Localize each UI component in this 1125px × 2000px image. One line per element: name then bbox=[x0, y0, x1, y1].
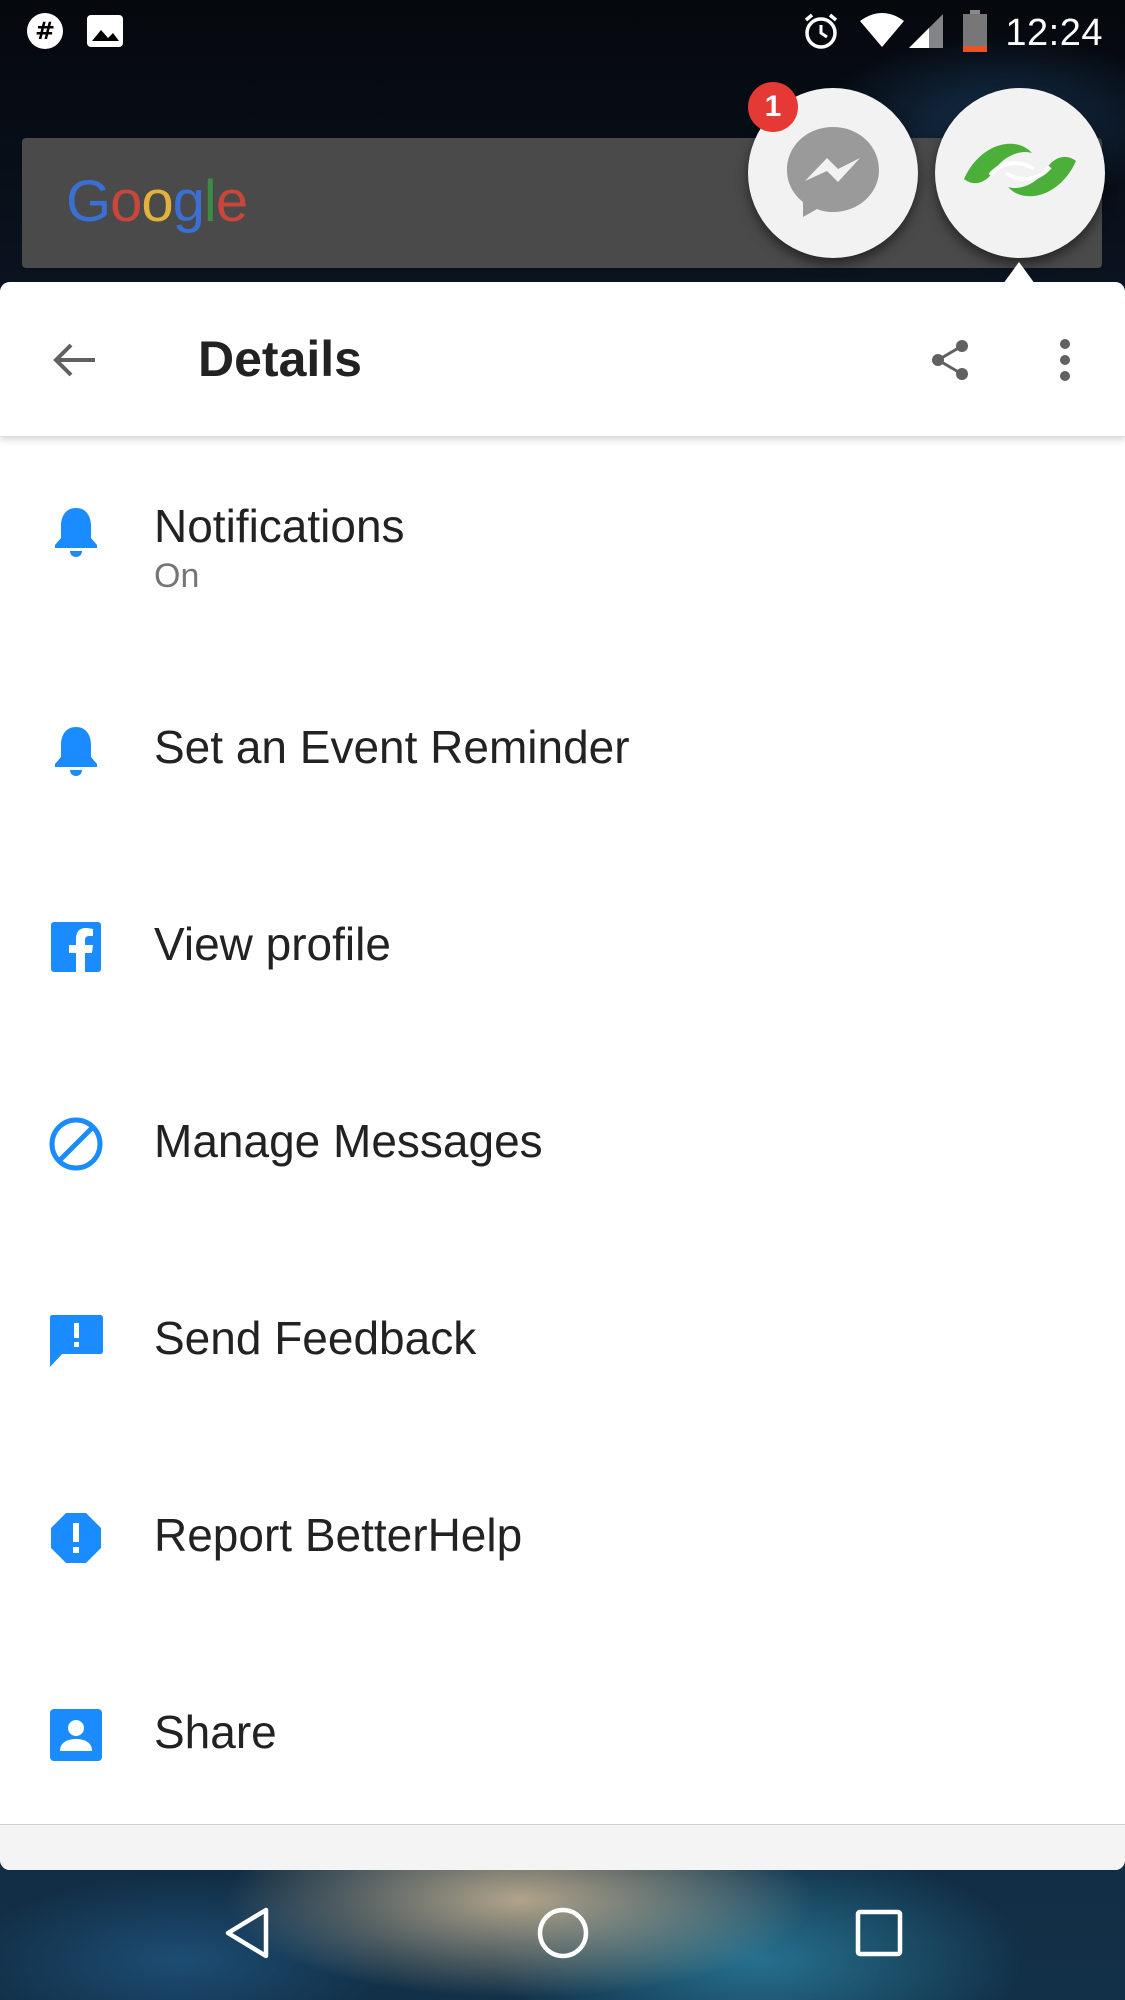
battery-icon bbox=[963, 9, 988, 57]
more-options-button[interactable] bbox=[1035, 332, 1095, 392]
chat-head-pointer bbox=[1003, 262, 1035, 284]
back-button[interactable] bbox=[44, 332, 104, 392]
menu-item-label: Set an Event Reminder bbox=[154, 721, 630, 773]
bell-icon bbox=[46, 501, 106, 561]
bell-icon bbox=[46, 720, 106, 780]
messenger-icon bbox=[783, 121, 883, 226]
menu-item-label: Notifications bbox=[154, 500, 405, 552]
report-icon bbox=[46, 1508, 106, 1568]
svg-text:#: # bbox=[35, 17, 55, 45]
menu-item-event-reminder[interactable]: Set an Event Reminder bbox=[0, 634, 1125, 831]
facebook-icon bbox=[46, 917, 106, 977]
betterhelp-logo-icon bbox=[960, 131, 1080, 216]
notification-badge: 1 bbox=[748, 82, 798, 132]
share-button[interactable] bbox=[920, 332, 980, 392]
home-nav-button[interactable] bbox=[528, 1900, 598, 1970]
alarm-icon bbox=[801, 11, 841, 56]
menu-item-report[interactable]: Report BetterHelp bbox=[0, 1422, 1125, 1619]
recents-nav-icon bbox=[855, 1909, 903, 1962]
status-bar: # 12:24 bbox=[0, 0, 1125, 66]
home-nav-icon bbox=[536, 1906, 590, 1965]
navigation-bar bbox=[0, 1870, 1125, 2000]
google-logo: Google bbox=[66, 169, 248, 234]
panel-footer bbox=[0, 1824, 1125, 1870]
menu-item-send-feedback[interactable]: Send Feedback bbox=[0, 1225, 1125, 1422]
menu-item-view-profile[interactable]: View profile bbox=[0, 831, 1125, 1028]
betterhelp-chat-head[interactable] bbox=[935, 88, 1105, 258]
signal-icon bbox=[907, 12, 945, 55]
recents-nav-button[interactable] bbox=[844, 1900, 914, 1970]
feedback-icon bbox=[46, 1311, 106, 1371]
back-nav-icon bbox=[222, 1906, 272, 1965]
slack-icon: # bbox=[26, 12, 64, 55]
menu-item-label: Report BetterHelp bbox=[154, 1509, 523, 1561]
menu-item-label: Send Feedback bbox=[154, 1312, 477, 1364]
menu-item-notifications[interactable]: Notifications On bbox=[0, 437, 1125, 634]
app-bar: Details bbox=[0, 282, 1125, 437]
menu-item-sublabel: On bbox=[154, 557, 200, 595]
image-icon bbox=[86, 14, 124, 53]
account-box-icon bbox=[46, 1705, 106, 1765]
menu-item-manage-messages[interactable]: Manage Messages bbox=[0, 1028, 1125, 1225]
wifi-icon bbox=[859, 12, 905, 54]
menu-item-share[interactable]: Share bbox=[0, 1619, 1125, 1816]
menu-item-label: View profile bbox=[154, 918, 391, 970]
back-arrow-icon bbox=[49, 335, 99, 390]
share-icon bbox=[928, 338, 972, 387]
back-nav-button[interactable] bbox=[212, 1900, 282, 1970]
status-time: 12:24 bbox=[1005, 11, 1103, 54]
menu-item-label: Manage Messages bbox=[154, 1115, 543, 1167]
details-panel: Details Notifications On Set an Event Re… bbox=[0, 282, 1125, 1870]
more-vert-icon bbox=[1058, 338, 1072, 387]
menu-item-label: Share bbox=[154, 1706, 277, 1758]
block-icon bbox=[46, 1114, 106, 1174]
page-title: Details bbox=[198, 331, 362, 387]
